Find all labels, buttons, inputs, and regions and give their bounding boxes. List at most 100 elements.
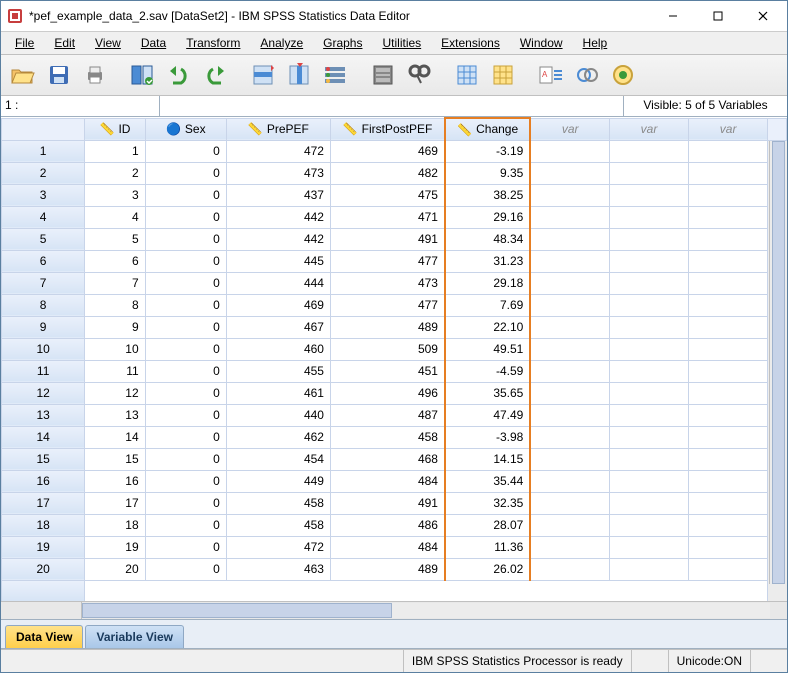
row-header[interactable]: 7 xyxy=(2,272,85,294)
cell-prepef[interactable]: 472 xyxy=(226,536,330,558)
table-row[interactable]: 1313044048747.49 xyxy=(2,404,787,426)
cell-change[interactable]: 31.23 xyxy=(445,250,530,272)
row-header[interactable]: 16 xyxy=(2,470,85,492)
column-header-empty[interactable]: var xyxy=(609,118,688,140)
cell-prepef[interactable]: 449 xyxy=(226,470,330,492)
cell-empty[interactable] xyxy=(609,536,688,558)
select-cases-button[interactable] xyxy=(607,59,639,91)
table-row[interactable]: 1010046050949.51 xyxy=(2,338,787,360)
cell-firstpostpef[interactable]: 451 xyxy=(330,360,445,382)
cell-id[interactable]: 13 xyxy=(85,404,145,426)
cell-firstpostpef[interactable]: 477 xyxy=(330,250,445,272)
cell-id[interactable]: 18 xyxy=(85,514,145,536)
cell-firstpostpef[interactable]: 475 xyxy=(330,184,445,206)
cell-sex[interactable]: 0 xyxy=(145,404,226,426)
cell-change[interactable]: -3.98 xyxy=(445,426,530,448)
cell-change[interactable]: 9.35 xyxy=(445,162,530,184)
row-header[interactable]: 3 xyxy=(2,184,85,206)
cell-empty[interactable] xyxy=(689,536,768,558)
cell-empty[interactable] xyxy=(530,558,609,580)
cell-empty[interactable] xyxy=(689,514,768,536)
open-file-button[interactable] xyxy=(7,59,39,91)
cell-change[interactable]: 29.16 xyxy=(445,206,530,228)
cell-id[interactable]: 10 xyxy=(85,338,145,360)
column-header-sex[interactable]: 🔵Sex xyxy=(145,118,226,140)
cell-sex[interactable]: 0 xyxy=(145,338,226,360)
row-header[interactable]: 12 xyxy=(2,382,85,404)
cell-prepef[interactable]: 462 xyxy=(226,426,330,448)
cell-firstpostpef[interactable]: 489 xyxy=(330,558,445,580)
cell-empty[interactable] xyxy=(609,338,688,360)
cell-id[interactable]: 4 xyxy=(85,206,145,228)
cell-empty[interactable] xyxy=(609,448,688,470)
insert-cases-button[interactable] xyxy=(451,59,483,91)
cell-id[interactable]: 1 xyxy=(85,140,145,162)
table-row[interactable]: 1919047248411.36 xyxy=(2,536,787,558)
table-row[interactable]: 44044247129.16 xyxy=(2,206,787,228)
cell-empty[interactable] xyxy=(530,514,609,536)
cell-prepef[interactable]: 442 xyxy=(226,206,330,228)
cell-sex[interactable]: 0 xyxy=(145,536,226,558)
cell-change[interactable]: 32.35 xyxy=(445,492,530,514)
cell-empty[interactable] xyxy=(689,360,768,382)
run-descriptives-button[interactable] xyxy=(367,59,399,91)
cell-change[interactable]: 48.34 xyxy=(445,228,530,250)
cell-id[interactable]: 12 xyxy=(85,382,145,404)
cell-firstpostpef[interactable]: 509 xyxy=(330,338,445,360)
table-row[interactable]: 2204734829.35 xyxy=(2,162,787,184)
variables-button[interactable] xyxy=(319,59,351,91)
cell-prepef[interactable]: 467 xyxy=(226,316,330,338)
cell-empty[interactable] xyxy=(530,140,609,162)
menu-help[interactable]: Help xyxy=(573,34,618,52)
table-row[interactable]: 2020046348926.02 xyxy=(2,558,787,580)
cell-empty[interactable] xyxy=(609,558,688,580)
split-file-button[interactable]: A xyxy=(535,59,567,91)
cell-empty[interactable] xyxy=(609,184,688,206)
cell-sex[interactable]: 0 xyxy=(145,294,226,316)
cell-prepef[interactable]: 445 xyxy=(226,250,330,272)
cell-empty[interactable] xyxy=(530,492,609,514)
cell-empty[interactable] xyxy=(689,426,768,448)
cell-sex[interactable]: 0 xyxy=(145,140,226,162)
row-header[interactable]: 4 xyxy=(2,206,85,228)
cell-empty[interactable] xyxy=(530,426,609,448)
cell-empty[interactable] xyxy=(609,404,688,426)
table-row[interactable]: 14140462458-3.98 xyxy=(2,426,787,448)
cell-empty[interactable] xyxy=(530,448,609,470)
cell-sex[interactable]: 0 xyxy=(145,206,226,228)
cell-empty[interactable] xyxy=(609,250,688,272)
cell-id[interactable]: 11 xyxy=(85,360,145,382)
cell-empty[interactable] xyxy=(530,228,609,250)
cell-prepef[interactable]: 454 xyxy=(226,448,330,470)
cell-empty[interactable] xyxy=(530,294,609,316)
table-row[interactable]: 11110455451-4.59 xyxy=(2,360,787,382)
row-header[interactable]: 10 xyxy=(2,338,85,360)
minimize-button[interactable] xyxy=(650,2,695,30)
row-header[interactable]: 20 xyxy=(2,558,85,580)
cell-change[interactable]: 38.25 xyxy=(445,184,530,206)
cell-change[interactable]: 26.02 xyxy=(445,558,530,580)
row-header[interactable]: 6 xyxy=(2,250,85,272)
cell-change[interactable]: 28.07 xyxy=(445,514,530,536)
cell-empty[interactable] xyxy=(530,250,609,272)
table-row[interactable]: 77044447329.18 xyxy=(2,272,787,294)
menu-edit[interactable]: Edit xyxy=(44,34,85,52)
cell-sex[interactable]: 0 xyxy=(145,228,226,250)
cell-firstpostpef[interactable]: 484 xyxy=(330,536,445,558)
cell-id[interactable]: 15 xyxy=(85,448,145,470)
column-header-empty[interactable]: var xyxy=(530,118,609,140)
column-header-id[interactable]: 📏ID xyxy=(85,118,145,140)
row-header[interactable]: 13 xyxy=(2,404,85,426)
cell-sex[interactable]: 0 xyxy=(145,250,226,272)
cell-empty[interactable] xyxy=(689,228,768,250)
cell-id[interactable]: 14 xyxy=(85,426,145,448)
row-header[interactable]: 11 xyxy=(2,360,85,382)
cell-change[interactable]: 22.10 xyxy=(445,316,530,338)
cell-empty[interactable] xyxy=(689,294,768,316)
cell-prepef[interactable]: 442 xyxy=(226,228,330,250)
table-row[interactable]: 55044249148.34 xyxy=(2,228,787,250)
cell-id[interactable]: 9 xyxy=(85,316,145,338)
cell-empty[interactable] xyxy=(689,250,768,272)
table-row[interactable]: 1212046149635.65 xyxy=(2,382,787,404)
goto-variable-button[interactable] xyxy=(283,59,315,91)
